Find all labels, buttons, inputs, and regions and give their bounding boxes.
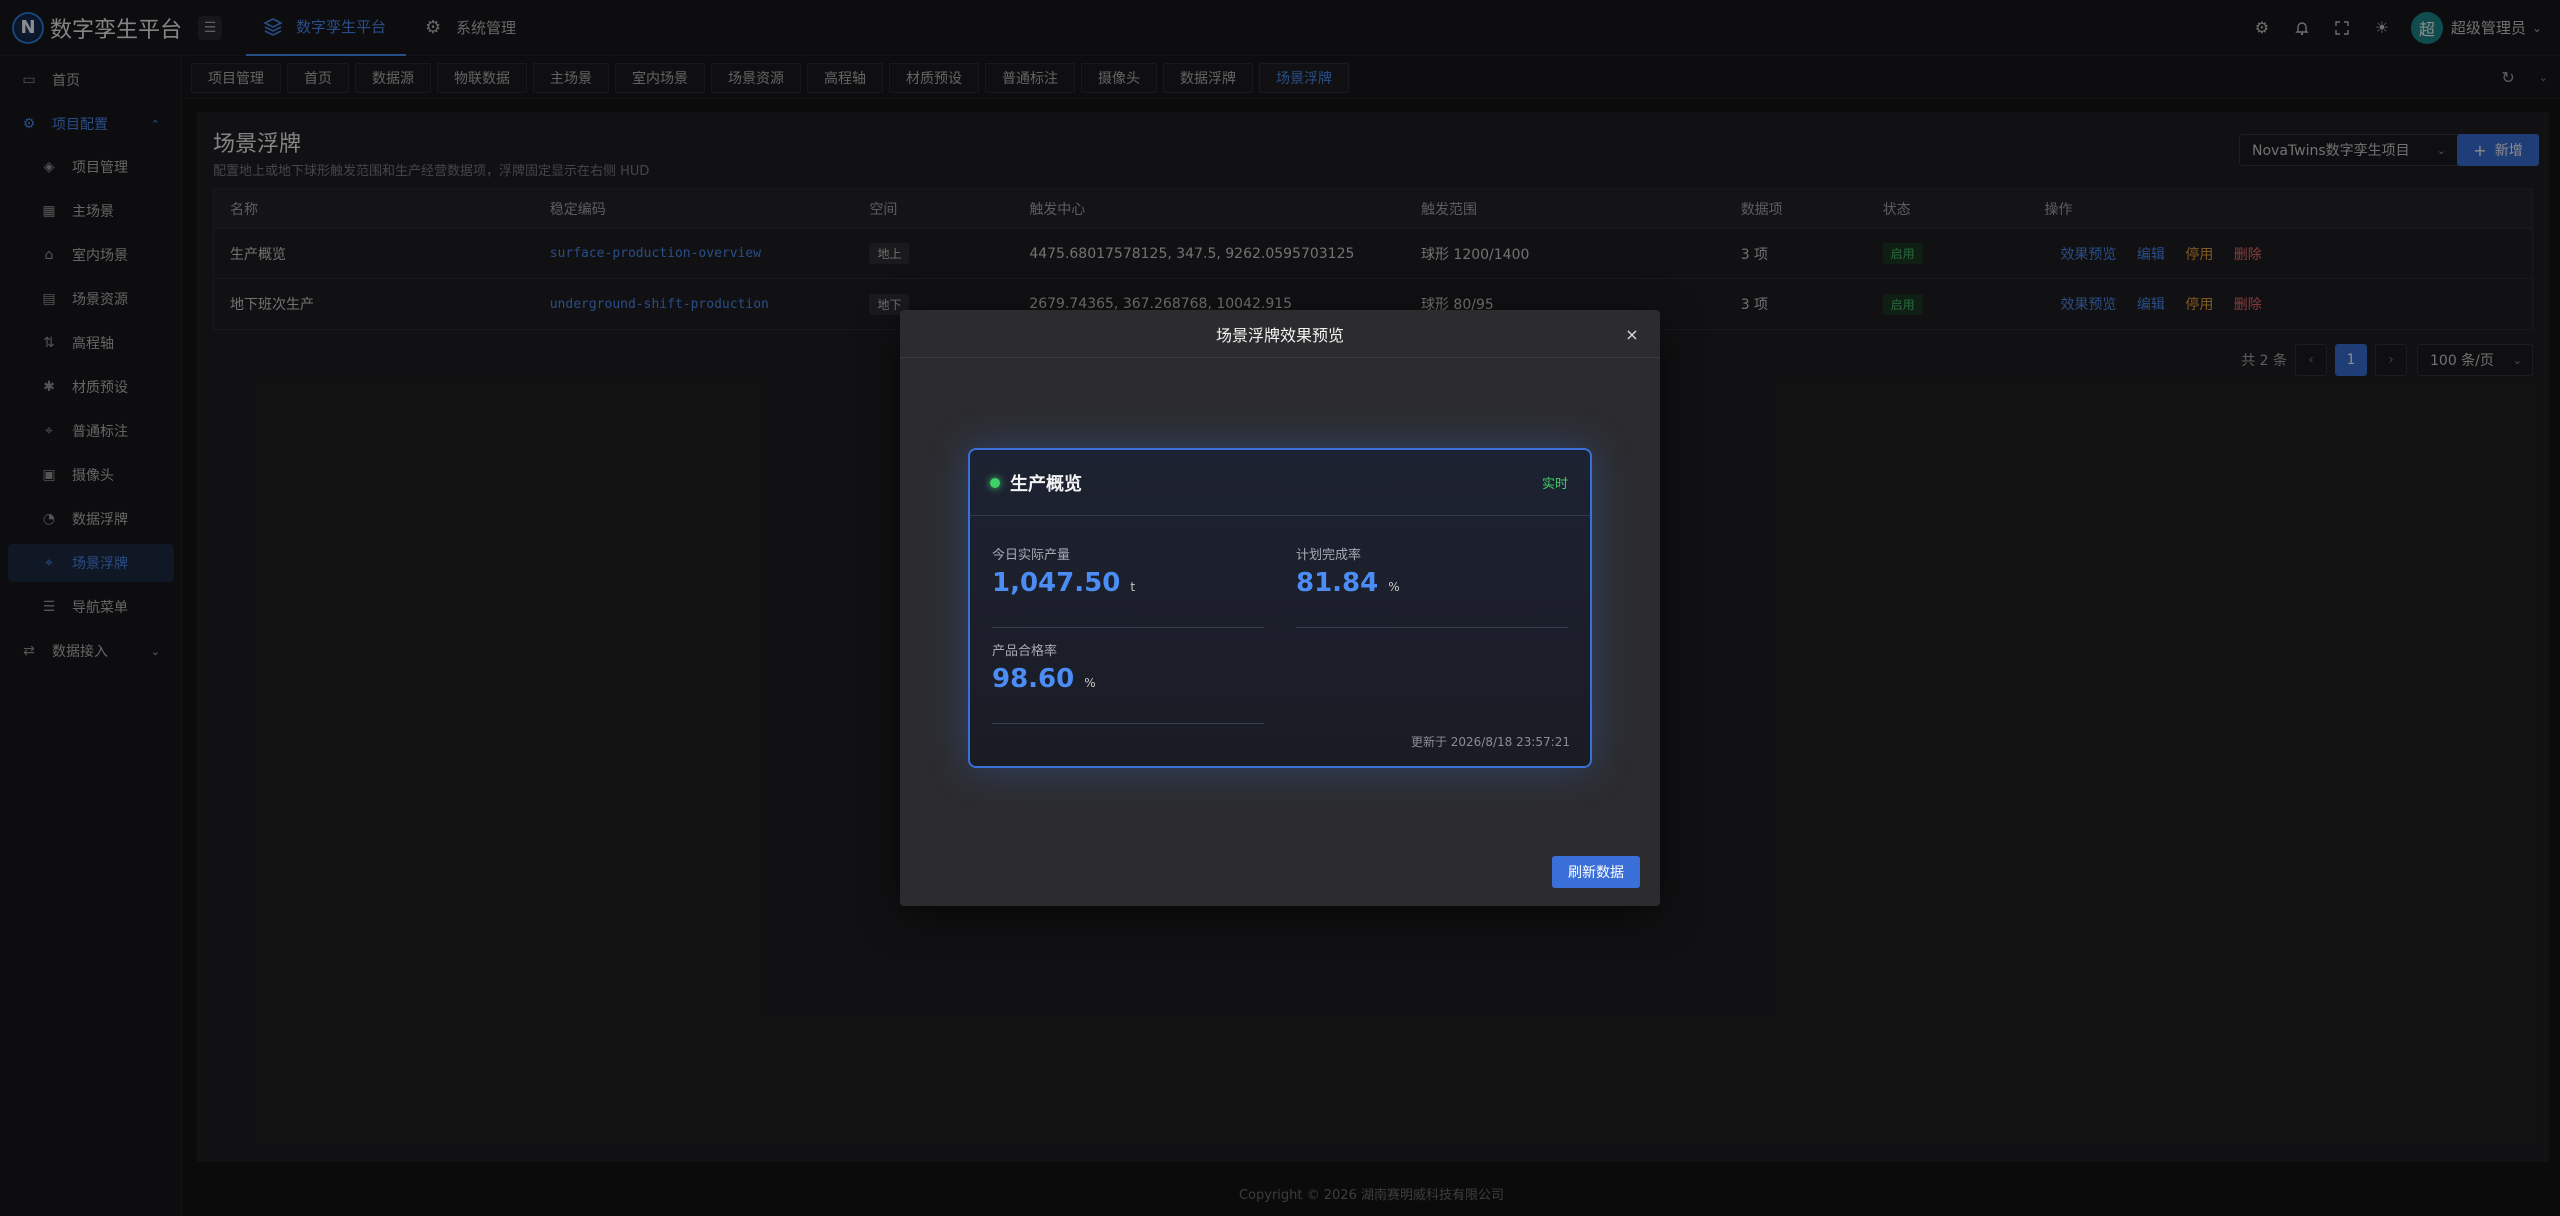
preview-modal: 场景浮牌效果预览 × 生产概览 实时 今日实际产量 1,047.50 t 计划完成… — [900, 310, 1660, 906]
metric-number: 98.60 — [992, 664, 1075, 694]
metric-number: 1,047.50 — [992, 568, 1121, 598]
metric-unit: t — [1130, 580, 1136, 594]
hud-title: 生产概览 — [1010, 473, 1082, 495]
metric-value: 81.84% — [1296, 568, 1400, 598]
hud-header: 生产概览 实时 — [970, 450, 1590, 516]
metric-unit: % — [1084, 676, 1096, 690]
live-dot-icon — [990, 477, 1000, 488]
metric-pass-rate: 产品合格率 98.60% — [992, 640, 1264, 724]
hud-updated-time: 更新于 2026/8/18 23:57:21 — [1410, 735, 1570, 749]
metric-plan-completion: 计划完成率 81.84% — [1296, 544, 1568, 628]
modal-title: 场景浮牌效果预览 — [1215, 325, 1344, 345]
metric-label: 计划完成率 — [1296, 548, 1362, 563]
metric-number: 81.84 — [1296, 568, 1379, 598]
metric-actual-output: 今日实际产量 1,047.50 t — [992, 544, 1264, 628]
close-icon[interactable]: × — [1622, 324, 1642, 344]
live-badge: 实时 — [1541, 477, 1568, 492]
metric-label: 今日实际产量 — [992, 548, 1071, 563]
metric-value: 98.60% — [992, 664, 1096, 694]
hud-card: 生产概览 实时 今日实际产量 1,047.50 t 计划完成率 81.84% 产品… — [968, 448, 1592, 768]
modal-header: 场景浮牌效果预览 × — [900, 310, 1660, 358]
metric-label: 产品合格率 — [992, 644, 1058, 659]
metric-value: 1,047.50 t — [992, 568, 1135, 598]
refresh-data-button[interactable]: 刷新数据 — [1552, 856, 1640, 888]
app-root: N 数字孪生平台 ☰ 数字孪生平台 ⚙ 系统管理 ⚙ ☀ 超 超级管理员 ⌄ ▭… — [0, 0, 2560, 1216]
metric-unit: % — [1388, 580, 1400, 594]
